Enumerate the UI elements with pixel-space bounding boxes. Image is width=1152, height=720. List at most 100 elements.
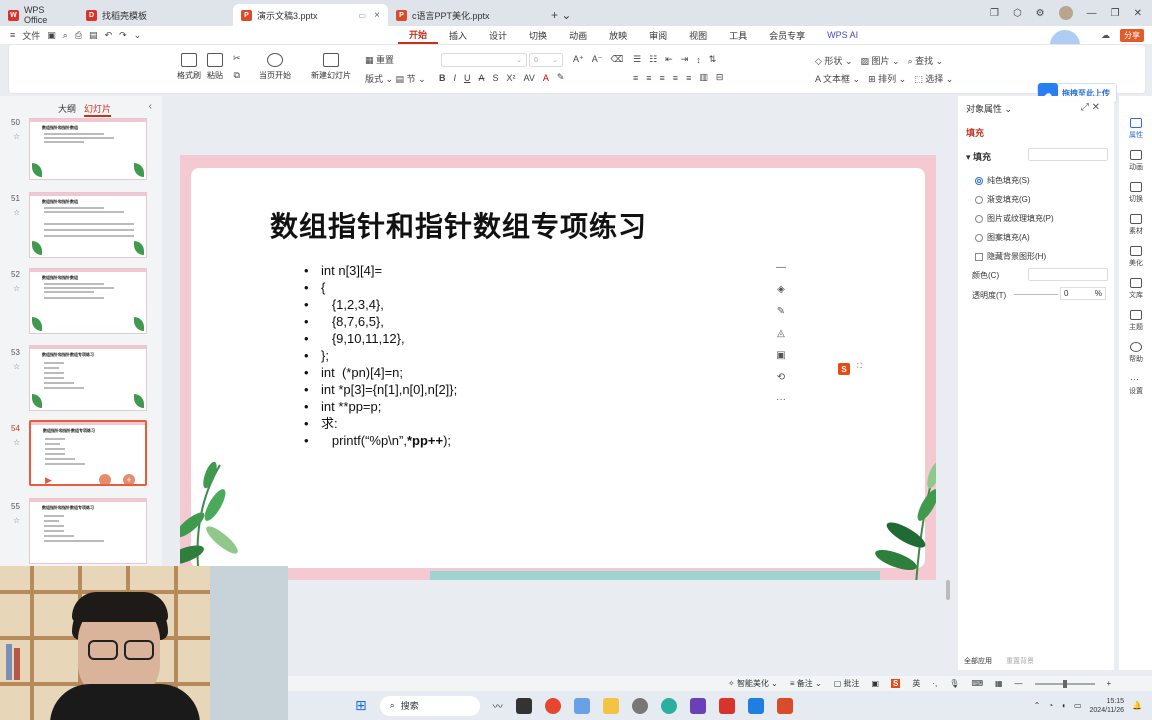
new-tab-button[interactable]: + ⌄ [543,4,579,26]
select-button[interactable]: ⬚ 选择 ⌄ [914,72,953,85]
minimize-icon[interactable]: — [1087,8,1097,19]
strikethrough-icon[interactable]: A [479,73,485,83]
numbered-list-icon[interactable]: ☷ [649,54,657,65]
tab-slides[interactable]: 幻灯片 [84,102,112,117]
new-slide-button[interactable]: 新建幻灯片 [311,53,351,81]
notes-button[interactable]: ≡ 备注 ⌄ [790,678,822,689]
textbox-button[interactable]: A 文本框 ⌄ [815,72,860,85]
undo-icon[interactable]: ↶ [105,30,113,41]
tab-transition[interactable]: 切换 [518,26,558,44]
rail-theme[interactable]: 主题 [1119,310,1152,332]
restore-tabs-icon[interactable]: ❐ [990,8,999,19]
font-shrink-icon[interactable]: A⁻ [592,54,603,65]
bold-icon[interactable]: B [439,73,446,83]
rail-transition[interactable]: 切换 [1119,182,1152,204]
close-panel-icon[interactable]: ⤢ ✕ [1081,102,1100,113]
rail-assets[interactable]: 素材 [1119,214,1152,236]
rail-properties[interactable]: 属性 [1119,118,1152,140]
reset-background-button[interactable]: 重置背景 [1006,656,1034,666]
comments-button[interactable]: ▢ 批注 [834,678,860,689]
tab-view[interactable]: 视图 [678,26,718,44]
font-color-icon[interactable]: A [543,73,549,83]
slide-body-textbox[interactable]: int n[3][4]= { {1,2,3,4}, {8,7,6,5}, {9,… [304,262,457,449]
save-icon[interactable]: ▣ [47,30,56,41]
settings-icon[interactable]: ⚙ [1036,8,1045,19]
ime-mode[interactable]: 英 [912,678,920,689]
open-icon[interactable]: ⌕ [63,30,68,41]
app-icon[interactable] [573,697,590,714]
collapse-icon[interactable]: — [776,262,786,276]
text-direction-icon[interactable]: ⇅ [709,54,717,65]
char-spacing-icon[interactable]: AV [524,73,535,83]
slide-thumbnail-54[interactable]: 数组指针和指针数组专项练习 ▶ + [29,420,147,486]
clear-format-icon[interactable]: ⌫ [611,54,624,65]
battery-icon[interactable]: ▭ [1074,701,1082,710]
wps-taskbar-icon[interactable] [718,697,735,714]
italic-icon[interactable]: I [454,73,457,83]
radio-picture-fill[interactable]: 图片或纹理填充(P) [975,213,1054,224]
hide-bg-checkbox[interactable]: 隐藏背景图形(H) [975,251,1046,262]
file-explorer-icon[interactable] [602,697,619,714]
wps-ppt-taskbar-icon[interactable] [776,697,793,714]
transition-icon[interactable] [99,474,111,484]
tab-design[interactable]: 设计 [478,26,518,44]
vertical-align-icon[interactable]: ⊟ [716,72,724,83]
transparency-slider[interactable] [1014,294,1058,295]
layers-icon[interactable]: ◈ [777,284,785,298]
arrange-button[interactable]: ⊞ 排列 ⌄ [868,72,906,85]
color-picker[interactable] [1028,268,1108,281]
panel-title[interactable]: 对象属性 ⌄ [966,102,1012,115]
sogou-ime-icon[interactable]: S [891,679,901,688]
fill-section-header[interactable]: ▾ 填充 [966,150,991,163]
tab-fill[interactable]: 填充 [966,126,984,139]
tab-wps-office[interactable]: W WPS Office [0,4,78,26]
underline-icon[interactable]: U [464,73,471,83]
file-menu[interactable]: 文件 [22,29,40,42]
more-icon[interactable]: ⌄ [134,30,142,41]
tab-member[interactable]: 会员专享 [758,26,816,44]
rail-animation[interactable]: 动画 [1119,150,1152,172]
maximize-icon[interactable]: ❐ [1111,8,1120,19]
task-view-icon[interactable] [515,697,532,714]
chrome-icon[interactable] [544,697,561,714]
tab-animation[interactable]: 动画 [558,26,598,44]
ai-tool-icon[interactable]: ⟲ [777,372,785,386]
distribute-icon[interactable]: ≡ [686,73,691,83]
tab-slideshow[interactable]: 放映 [598,26,638,44]
zoom-in-icon[interactable]: + [1107,679,1112,688]
star-icon[interactable]: ☆ [13,284,20,293]
radio-pattern-fill[interactable]: 图案填充(A) [975,232,1030,243]
apply-all-button[interactable]: 全部应用 [964,656,992,666]
mic-icon[interactable]: 🎙 [949,679,959,688]
zoom-slider[interactable] [1034,679,1095,688]
tab-insert[interactable]: 插入 [438,26,478,44]
cloud-icon[interactable]: ☁ [1101,30,1110,41]
image-icon[interactable]: ▣ [776,350,785,364]
volume-icon[interactable]: ◖ [1061,701,1066,710]
star-icon[interactable]: ☆ [13,438,20,447]
play-slide-icon[interactable]: ▶ [45,475,52,484]
fill-icon[interactable]: ◬ [777,328,785,342]
align-right-icon[interactable]: ≡ [660,73,665,83]
transparency-input[interactable]: 0% [1060,287,1106,300]
fill-type-select[interactable] [1028,148,1108,161]
skin-icon[interactable]: ▦ [995,679,1003,688]
line-spacing-icon[interactable]: ↕ [696,55,701,65]
star-icon[interactable]: ☆ [13,516,20,525]
keyboard-icon[interactable]: ⌨ [971,679,983,688]
collapse-panel-icon[interactable]: ‹ [149,101,152,112]
close-window-icon[interactable]: ✕ [1134,8,1142,19]
network-icon[interactable]: ◔ [1048,701,1053,710]
slide-thumbnail-53[interactable]: 数组指针和指针数组专项练习 [29,345,147,411]
tab-wps-ai[interactable]: WPS AI [816,26,869,44]
tab-tools[interactable]: 工具 [718,26,758,44]
add-slide-icon[interactable]: + [123,474,135,484]
notification-icon[interactable]: 🔔 [1132,701,1142,710]
columns-icon[interactable]: ▥ [699,72,708,83]
play-current-button[interactable]: 当页开始 [259,53,291,81]
pen-widget-icon[interactable]: 〰 [493,698,503,713]
tray-expand-icon[interactable]: ⌃ [1034,701,1041,710]
hamburger-icon[interactable]: ≡ [10,30,15,40]
canvas-scrollbar[interactable] [946,580,950,600]
punctuation-icon[interactable]: ·, [932,679,937,688]
